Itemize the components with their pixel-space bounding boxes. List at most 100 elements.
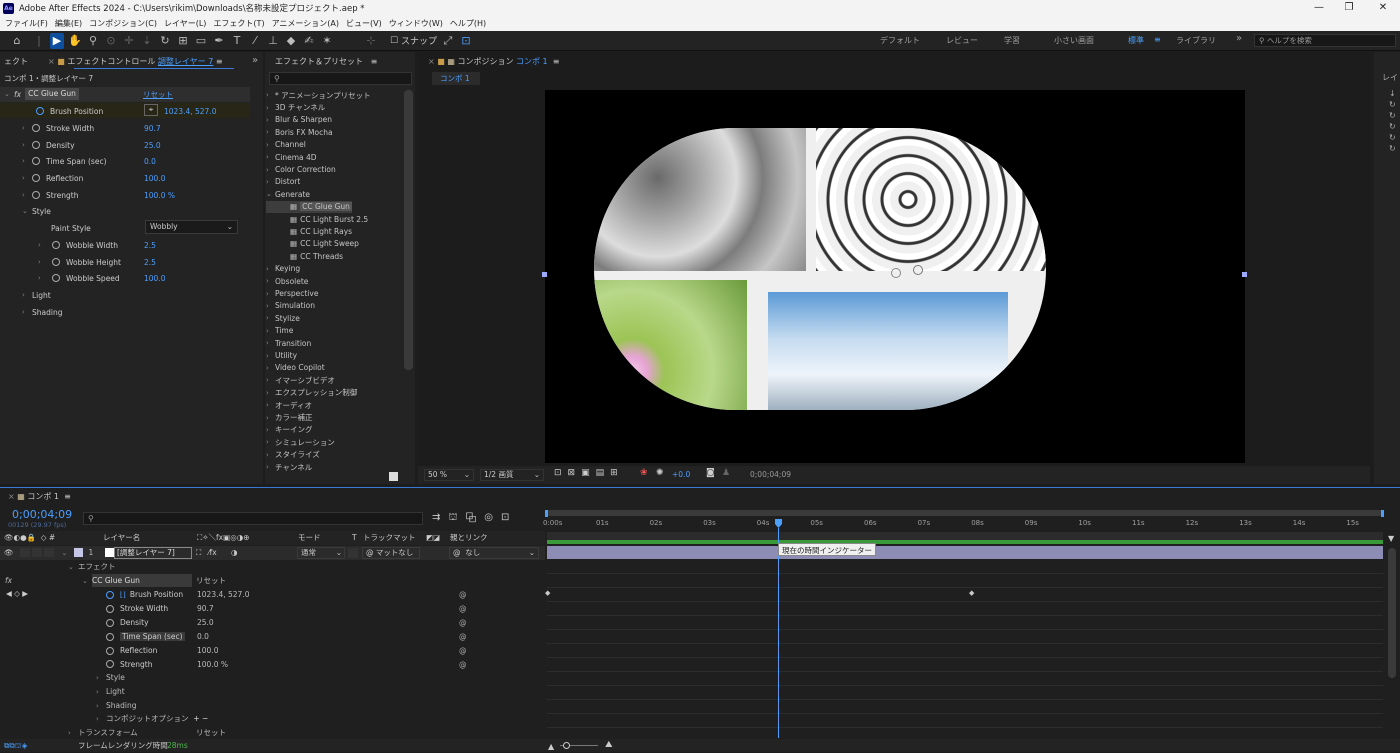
effect-list-item[interactable]: ▦ CC Threads	[266, 250, 343, 262]
stopwatch-icon[interactable]	[32, 141, 40, 149]
exposure-value[interactable]: +0.0	[672, 470, 690, 479]
tl-effect-row[interactable]: ⌄ CC Glue Gun	[82, 574, 140, 588]
new-folder-icon[interactable]	[389, 472, 398, 481]
chevron-right-icon[interactable]: ›	[266, 91, 275, 99]
effect-list-item[interactable]: › Perspective	[266, 287, 318, 299]
brush-position-crosshair-icon[interactable]	[891, 268, 901, 278]
pickwhip-icon[interactable]: @	[459, 644, 467, 658]
effects-presets-tab[interactable]: エフェクト＆プリセット ≡	[275, 53, 377, 69]
wobble-width-value[interactable]: 2.5	[144, 238, 156, 252]
menu-animation[interactable]: アニメーション(A)	[272, 18, 339, 29]
effect-controls-left-tab[interactable]: ェクト	[4, 53, 28, 69]
stopwatch-icon[interactable]	[106, 646, 114, 655]
chevron-down-icon[interactable]: ⌄	[82, 577, 92, 585]
comp-timecode[interactable]: 0;00;04;09	[750, 470, 791, 479]
tl-prop-row[interactable]: ⌊⌋ Brush Position	[106, 588, 183, 602]
stopwatch-icon[interactable]	[52, 258, 60, 266]
effect-list-item[interactable]: › Color Correction	[266, 163, 336, 175]
tl-composite-group[interactable]: › コンポジットオプション + −	[96, 712, 208, 726]
brush-tool-icon[interactable]: ⁄	[248, 33, 262, 49]
reset-button[interactable]: リセット	[143, 87, 173, 101]
chevron-right-icon[interactable]: ›	[266, 166, 275, 174]
chevron-right-icon[interactable]: ›	[22, 157, 32, 165]
effect-list-item[interactable]: › Video Copilot	[266, 362, 325, 374]
stopwatch-icon[interactable]	[106, 604, 114, 613]
workspace-menu-icon[interactable]: ≡	[1154, 35, 1161, 44]
workspace-library[interactable]: ライブラリ	[1176, 35, 1216, 46]
effect-list-item[interactable]: ▦ CC Glue Gun	[266, 200, 352, 213]
chevron-right-icon[interactable]: ›	[96, 715, 106, 723]
effect-list-item[interactable]: › カラー補正	[266, 411, 313, 423]
stopwatch-icon[interactable]	[32, 191, 40, 199]
chevron-right-icon[interactable]: ›	[266, 128, 275, 136]
close-icon[interactable]: ✕	[1366, 0, 1400, 16]
stopwatch-icon[interactable]	[106, 632, 114, 641]
pan-tool-icon[interactable]: ✛	[122, 33, 136, 49]
panel-menu-icon[interactable]: ≡	[553, 57, 560, 66]
pen-tool-icon[interactable]: ✒	[212, 33, 226, 49]
tl-prop-value[interactable]: 25.0	[197, 616, 214, 630]
effect-controls-tab[interactable]: × ■ エフェクトコントロール 調整レイヤー 7 ≡	[48, 53, 223, 69]
tl-shading-group[interactable]: › Shading	[96, 699, 136, 713]
composition-tab[interactable]: × ■ ▦ コンポジション コンポ 1 ≡	[428, 53, 559, 69]
selection-tool-icon[interactable]: ▶	[50, 32, 64, 49]
clone-tool-icon[interactable]: ⊥	[266, 33, 280, 49]
chevron-right-icon[interactable]: ›	[266, 141, 275, 149]
paint-style-dropdown[interactable]: Wobbly ⌄	[145, 220, 238, 234]
workspace-small-screen[interactable]: 小さい画面	[1054, 35, 1094, 46]
exposure-icon[interactable]: ✺	[656, 468, 664, 478]
wobble-speed-value[interactable]: 100.0	[144, 271, 165, 285]
snap-option-icon[interactable]: ⤢	[441, 33, 455, 49]
chevron-right-icon[interactable]: ›	[38, 258, 48, 266]
work-area-start-handle[interactable]	[545, 510, 548, 517]
fx-icon[interactable]: fx	[14, 90, 21, 99]
chevron-right-icon[interactable]: ›	[22, 124, 32, 132]
chevron-right-icon[interactable]: ›	[266, 116, 275, 124]
chevron-right-icon[interactable]: ›	[96, 674, 106, 682]
layer-handle-left[interactable]	[542, 272, 547, 277]
effect-list-item[interactable]: ▦ CC Light Rays	[266, 225, 352, 237]
ec-light-group[interactable]: › Light	[22, 288, 51, 302]
close-icon[interactable]: ×	[428, 57, 435, 66]
tl-effects-group[interactable]: ⌄ エフェクト	[68, 560, 116, 574]
help-search-input[interactable]: ⚲ ヘルプを検索	[1254, 34, 1396, 47]
chevron-right-icon[interactable]: ›	[266, 401, 275, 409]
tl-prop-value[interactable]: 100.0 %	[197, 658, 228, 672]
effect-list-item[interactable]: › Transition	[266, 337, 311, 349]
menu-window[interactable]: ウィンドウ(W)	[389, 18, 443, 29]
stopwatch-icon[interactable]	[106, 660, 114, 669]
layer-name[interactable]: [調整レイヤー 7]	[114, 547, 192, 559]
chevron-right-icon[interactable]: ›	[266, 290, 275, 298]
work-area-end-handle[interactable]	[1381, 510, 1384, 517]
chevron-right-icon[interactable]: ›	[266, 438, 275, 446]
stroke-width-value[interactable]: 90.7	[144, 121, 161, 135]
hand-tool-icon[interactable]: ✋	[68, 33, 82, 49]
rotate-tool-icon[interactable]: ↻	[158, 33, 172, 49]
effect-list-item[interactable]: › Keying	[266, 263, 300, 275]
axis-icon[interactable]: ⊹	[364, 33, 378, 49]
effect-list-item[interactable]: ▦ CC Light Sweep	[266, 238, 359, 250]
effect-list-item[interactable]: › Cinema 4D	[266, 151, 317, 163]
tl-prop-value[interactable]: 1023.4, 527.0	[197, 588, 249, 602]
stopwatch-icon[interactable]	[36, 107, 44, 115]
chevron-right-icon[interactable]: ›	[266, 463, 275, 471]
keyframe-navigator[interactable]: ◀ ◇ ▶	[6, 587, 28, 601]
chevron-right-icon[interactable]: ›	[266, 426, 275, 434]
layer-row[interactable]: 👁 ⌄ 1	[4, 546, 115, 560]
track-matte-header[interactable]: トラックマット	[363, 531, 416, 545]
panel-menu-icon[interactable]: ≡	[64, 492, 71, 501]
footer-toggle-icons[interactable]: ⧉⧉⛫◈	[4, 739, 27, 753]
expand-panels-icon[interactable]: »	[252, 55, 258, 66]
stopwatch-icon[interactable]	[32, 157, 40, 165]
chevron-right-icon[interactable]: ›	[266, 339, 275, 347]
effects-search-input[interactable]: ⚲	[269, 72, 412, 85]
stopwatch-icon[interactable]	[52, 274, 60, 282]
effect-list-item[interactable]: › * アニメーションプリセット	[266, 89, 371, 101]
chevron-right-icon[interactable]: ›	[22, 141, 32, 149]
effect-list-item[interactable]: › Channel	[266, 139, 306, 151]
tl-prop-value[interactable]: 0.0	[197, 630, 209, 644]
chevron-right-icon[interactable]: ›	[266, 376, 275, 384]
comp-subtab[interactable]: コンポ 1	[432, 72, 480, 85]
zoom-in-icon[interactable]: ⛰	[605, 740, 613, 750]
minimize-icon[interactable]: —	[1302, 0, 1336, 16]
